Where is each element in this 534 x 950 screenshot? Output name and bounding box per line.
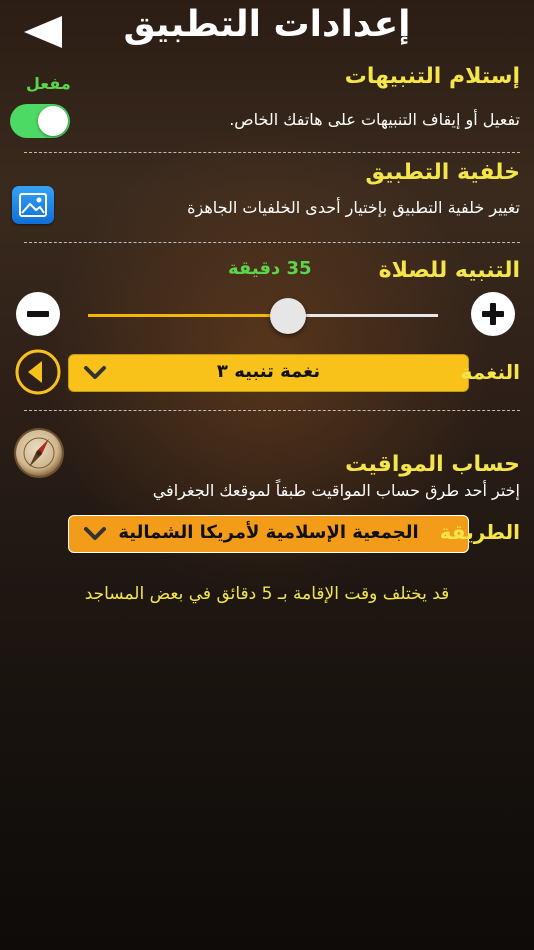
method-label: الطريقة: [439, 520, 520, 544]
background-description: تغيير خلفية التطبيق بإختيار أحدى الخلفيا…: [187, 198, 520, 217]
slider-value-label: 35 دقيقة: [228, 258, 312, 279]
calculation-method-dropdown[interactable]: الجمعية الإسلامية لأمريكا الشمالية: [68, 515, 469, 553]
chevron-down-icon: [84, 366, 106, 379]
prayer-times-title: حساب المواقيت: [345, 452, 520, 477]
method-value: الجمعية الإسلامية لأمريكا الشمالية: [118, 522, 419, 543]
iqama-note: قد يختلف وقت الإقامة بـ 5 دقائق في بعض ا…: [84, 584, 450, 604]
slider-track-filled[interactable]: [88, 314, 288, 317]
slider-track[interactable]: [287, 314, 438, 317]
section-divider: [24, 242, 520, 243]
tone-value: نغمة تنبيه ٣: [216, 361, 321, 382]
section-divider: [24, 152, 520, 153]
tone-dropdown[interactable]: نغمة تنبيه ٣: [68, 354, 469, 392]
chevron-down-icon: [84, 527, 106, 540]
notifications-description: تفعيل أو إيقاف التنبيهات على هاتفك الخاص…: [229, 110, 520, 129]
compass-icon: [16, 430, 62, 476]
play-icon: [15, 349, 61, 395]
page-title: إعدادات التطبيق: [123, 4, 411, 45]
background-title: خلفية التطبيق: [365, 160, 520, 185]
notifications-toggle[interactable]: [10, 104, 70, 138]
plus-icon: [482, 303, 504, 325]
toggle-status-label: مفعل: [26, 74, 71, 93]
toggle-knob: [38, 106, 68, 136]
decrease-button[interactable]: [16, 292, 60, 336]
image-icon[interactable]: [12, 186, 54, 224]
increase-button[interactable]: [471, 292, 515, 336]
notifications-title: إستلام التنبيهات: [344, 64, 520, 89]
section-divider: [24, 410, 520, 411]
tone-label: النغمة: [460, 360, 520, 384]
prayer-times-description: إختر أحد طرق حساب المواقيت طبقاً لموقعك …: [152, 481, 520, 500]
slider-thumb[interactable]: [269, 298, 306, 334]
minus-icon: [27, 311, 49, 317]
play-tone-button[interactable]: [14, 348, 62, 396]
prayer-alert-title: التنبيه للصلاة: [378, 258, 520, 283]
